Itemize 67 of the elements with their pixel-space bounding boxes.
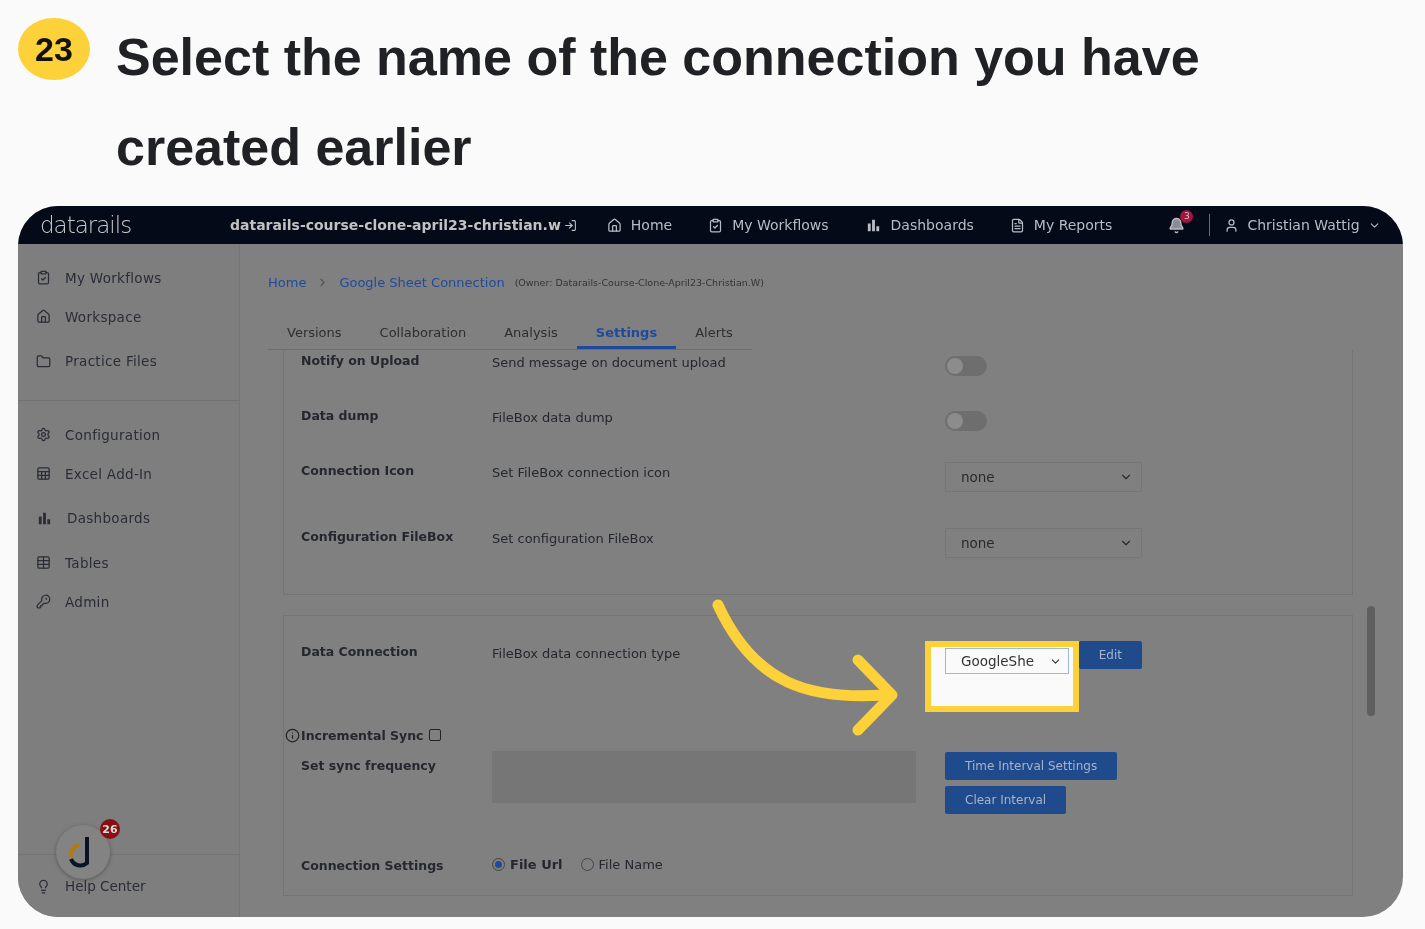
setting-label: Connection Settings <box>301 857 445 873</box>
notification-badge: 3 <box>1180 209 1194 223</box>
sidebar-item[interactable]: Practice Files <box>18 336 239 386</box>
sidebar-item[interactable]: Excel Add-In <box>18 454 239 493</box>
setting-description: Set configuration FileBox <box>492 530 655 546</box>
nav-link[interactable]: Dashboards <box>864 216 974 234</box>
setting-label: Configuration FileBox <box>301 528 455 544</box>
scrollbar[interactable] <box>1367 606 1375 716</box>
checkbox[interactable] <box>428 729 441 741</box>
setting-label: Incremental Sync <box>301 727 424 743</box>
logo: datarails <box>40 212 133 238</box>
folder-icon <box>36 353 51 369</box>
sidebar-item[interactable]: Configuration <box>18 415 239 454</box>
interval-button[interactable]: Clear Interval <box>945 786 1067 814</box>
setting-description: Send message on document upload <box>492 354 727 370</box>
tab[interactable]: Versions <box>268 320 361 349</box>
sidebar-item[interactable]: Admin <box>18 582 239 621</box>
tab[interactable]: Settings <box>576 320 677 349</box>
nav-link[interactable]: My Reports <box>1009 217 1113 233</box>
dropdown[interactable]: none <box>945 528 1142 558</box>
interval-button[interactable]: Time Interval Settings <box>945 752 1118 780</box>
breadcrumb-link[interactable]: Home <box>268 274 307 290</box>
home-icon <box>606 217 622 233</box>
setting-label: Set sync frequency <box>301 757 437 773</box>
user-icon <box>1224 217 1240 233</box>
setting-label: Connection Icon <box>301 462 416 478</box>
sidebar-item[interactable]: Tables <box>18 543 239 582</box>
tab[interactable]: Collaboration <box>360 320 486 349</box>
setting-description: FileBox data connection type <box>492 645 682 661</box>
sidebar-item[interactable]: My Workflows <box>18 258 239 297</box>
clipboard-icon <box>36 270 51 285</box>
sidebar-item[interactable]: Dashboards <box>18 493 239 543</box>
step-number: 23 <box>18 18 90 80</box>
document-icon <box>1009 217 1025 233</box>
settings-icon <box>36 427 51 442</box>
home-icon <box>36 309 51 324</box>
sign-in-icon <box>563 218 577 232</box>
setting-label: Data dump <box>301 407 380 423</box>
sidebar-item[interactable]: Workspace <box>18 297 239 336</box>
dropdown[interactable]: GoogleShe <box>945 648 1069 674</box>
toggle-switch[interactable] <box>945 356 987 376</box>
nav-link[interactable]: Home <box>606 217 673 233</box>
clipboard-icon <box>708 217 724 233</box>
notification-badge: 26 <box>100 819 120 839</box>
setting-label: Data Connection <box>301 643 419 659</box>
setting-description: FileBox data dump <box>492 409 614 425</box>
toggle-switch[interactable] <box>945 411 987 431</box>
bell-icon[interactable] <box>1168 216 1186 234</box>
table-icon <box>36 555 51 570</box>
edit-button[interactable]: Edit <box>1078 641 1142 669</box>
dropdown[interactable]: none <box>945 462 1142 492</box>
info-icon <box>285 727 300 743</box>
radio-option[interactable]: File Name <box>580 857 663 872</box>
tab[interactable]: Analysis <box>485 320 577 349</box>
setting-description: Set FileBox connection icon <box>492 464 672 480</box>
breadcrumb-link[interactable]: Google Sheet Connection <box>339 274 505 290</box>
spreadsheet-icon <box>36 466 51 481</box>
workspace-link[interactable]: datarails-course-clone-april23-christian.w <box>230 217 577 233</box>
owner-note: (Owner: Datarails-Course-Clone-April23-Christian.W) <box>514 276 764 288</box>
setting-label: Notify on Upload <box>301 352 421 368</box>
nav-link[interactable]: My Workflows <box>708 217 829 233</box>
key-icon <box>36 594 51 609</box>
tab[interactable]: Alerts <box>676 320 752 349</box>
user-menu[interactable]: Christian Wattig <box>1224 217 1381 233</box>
lightbulb-icon <box>36 878 51 894</box>
radio-option[interactable]: File Url <box>492 857 563 872</box>
step-title: Select the name of the connection you have created earlier <box>116 27 1201 178</box>
